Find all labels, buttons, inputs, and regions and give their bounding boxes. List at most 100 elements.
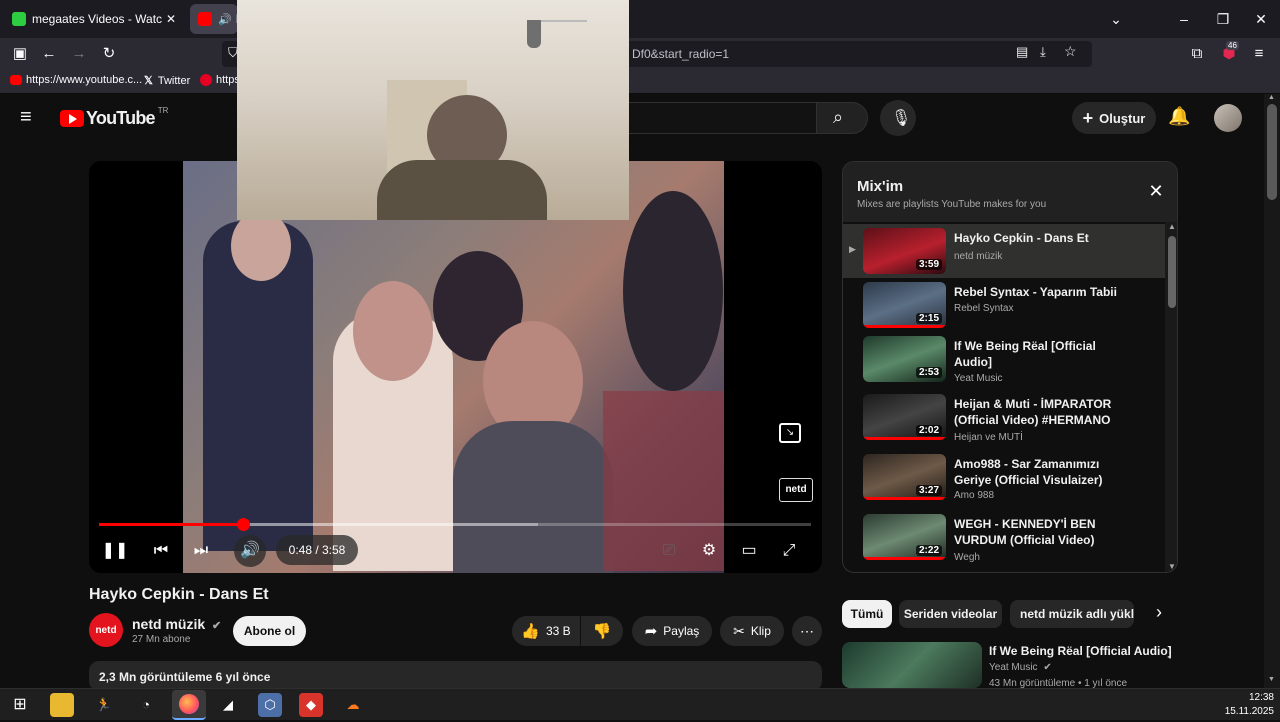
miniplayer-icon[interactable]: ↘ (779, 423, 801, 443)
back-arrow-icon[interactable]: ← (38, 43, 60, 65)
page-scrollbar[interactable]: ▲ ▼ (1264, 94, 1280, 688)
sidebar-toggle-icon[interactable]: ▣ (9, 43, 31, 65)
reload-icon[interactable]: ↻ (98, 43, 120, 65)
speaker-icon[interactable]: 🔊 (218, 13, 232, 26)
pause-icon[interactable]: ❚❚ (99, 535, 131, 567)
thumbs-down-icon: 👎 (592, 623, 612, 640)
forward-arrow-icon[interactable]: → (68, 43, 90, 65)
reader-view-icon[interactable]: ▤ (1016, 44, 1028, 60)
youtube-logo[interactable]: YouTube TR (60, 106, 168, 129)
chip-all[interactable]: Tümü (842, 600, 892, 628)
browser-tab-bar: megaates Videos - Watch On-D ✕ 🔊 H ⌄ – ❐… (0, 0, 1280, 38)
chips-next-chevron-icon[interactable]: › (1148, 602, 1170, 626)
guide-menu-icon[interactable]: ≡ (20, 106, 32, 129)
mix-item[interactable]: 2:02 Heijan & Muti - İMPARATOR (Official… (843, 390, 1165, 444)
anydesk-icon[interactable]: ◆ (299, 693, 323, 717)
mix-item[interactable]: 2:53 If We Being Rëal [Official Audio] Y… (843, 332, 1165, 386)
subtitles-icon[interactable]: ⎚ (653, 535, 685, 567)
chip-channel-uploads[interactable]: netd müzik adlı yükle (1010, 600, 1134, 628)
mix-item[interactable]: ▶ 3:59 Hayko Cepkin - Dans Et netd müzik (843, 224, 1165, 278)
share-button[interactable]: ➦ Paylaş (632, 616, 712, 646)
chip-series[interactable]: Seriden videolar (899, 600, 1002, 628)
recommended-title[interactable]: If We Being Rëal [Official Audio] (989, 644, 1172, 658)
recommended-channel[interactable]: Yeat Music ✔ (989, 662, 1052, 673)
bookmark-twitter[interactable]: 𝕏 Twitter (144, 74, 190, 88)
voice-search-button[interactable]: 🎙 (880, 100, 916, 136)
more-options-icon[interactable]: ⋮ (1163, 644, 1177, 661)
create-label: Oluştur (1099, 110, 1146, 126)
mix-item-channel: Amo 988 (954, 490, 995, 501)
speedometer-app-icon[interactable]: ◔ (134, 693, 158, 717)
scroll-up-icon[interactable]: ▲ (1268, 94, 1275, 101)
bookmark-youtube[interactable]: https://www.youtube.c... (10, 74, 142, 86)
lamp-shape (527, 20, 541, 48)
next-icon[interactable]: ⏭ (185, 535, 217, 567)
maximize-icon[interactable]: ❐ (1212, 8, 1234, 30)
page-scrollbar-thumb[interactable] (1267, 104, 1277, 200)
volume-icon[interactable]: 🔊 (234, 535, 266, 567)
bookmark-pinterest[interactable]: https (200, 74, 240, 86)
bookmark-star-icon[interactable]: ☆ (1064, 43, 1077, 60)
recommended-thumbnail[interactable] (842, 642, 982, 688)
file-explorer-icon[interactable] (50, 693, 74, 717)
account-avatar[interactable] (1214, 104, 1242, 132)
mix-item[interactable]: 3:27 Amo988 - Sar Zamanımızı Geriye (Off… (843, 450, 1165, 504)
windows-start-icon[interactable]: ⊞ (8, 693, 32, 717)
scroll-down-icon[interactable]: ▼ (1168, 562, 1176, 571)
verified-check-icon: ✔ (1043, 662, 1052, 673)
close-tab-icon[interactable]: ✕ (166, 12, 176, 26)
channel-avatar[interactable]: netd (89, 613, 123, 647)
search-input[interactable] (620, 102, 816, 134)
mix-item-title: Hayko Cepkin - Dans Et (954, 231, 1089, 245)
person-body-shape (377, 160, 547, 220)
fullscreen-icon[interactable]: ⤢ (773, 535, 805, 567)
minimize-icon[interactable]: – (1173, 8, 1195, 30)
watched-bar (863, 557, 946, 560)
description-box[interactable]: 2,3 Mn görüntüleme 6 yıl önce (89, 661, 822, 691)
tab-list-chevron-icon[interactable]: ⌄ (1105, 8, 1127, 30)
theater-mode-icon[interactable]: ▭ (733, 535, 765, 567)
search-button[interactable]: ⌕ (816, 102, 868, 134)
clock-date: 15.11.2025 (1224, 706, 1274, 717)
scrubber-handle[interactable] (236, 518, 250, 531)
close-window-icon[interactable]: ✕ (1250, 8, 1272, 30)
youtube-logo-text: YouTube (86, 108, 156, 128)
save-to-pocket-icon[interactable]: ⤓ (1040, 44, 1046, 60)
notifications-bell-icon[interactable]: 🔔 (1168, 106, 1190, 127)
more-dots-icon: ⋯ (800, 622, 814, 639)
firefox-icon[interactable] (172, 690, 206, 720)
box-app-icon[interactable]: ⬡ (258, 693, 282, 717)
scroll-down-icon[interactable]: ▼ (1268, 676, 1275, 683)
system-clock[interactable]: 12:38 15.11.2025 (1224, 691, 1274, 719)
more-actions-button[interactable]: ⋯ (792, 616, 822, 646)
scroll-up-icon[interactable]: ▲ (1168, 222, 1176, 231)
like-count: 33 B (546, 624, 571, 638)
mix-item[interactable]: 2:22 WEGH - KENNEDY'İ BEN VURDUM (Offici… (843, 510, 1165, 564)
progress-bar[interactable] (99, 518, 811, 531)
mix-thumbnail: 2:15 (863, 282, 946, 328)
tab-youtube[interactable]: 🔊 H (190, 4, 244, 34)
watched-bar (863, 325, 946, 328)
mix-scrollbar[interactable]: ▲ ▼ (1165, 222, 1177, 572)
mix-scrollbar-thumb[interactable] (1168, 236, 1176, 308)
channel-name[interactable]: netd müzik ✔ (132, 616, 221, 632)
app-runner-icon[interactable]: 🏃 (92, 693, 116, 717)
dislike-button[interactable]: 👎 (581, 616, 623, 646)
hamburger-menu-icon[interactable]: ≡ (1248, 43, 1270, 65)
channel-name-text: netd müzik (132, 616, 206, 632)
video-player[interactable]: ↘ netd ❚❚ ⏮ ⏭ 🔊 0:48 / 3:58 ⎚ ⚙ ▭ ⤢ (89, 161, 822, 573)
capcut-icon[interactable]: ◢ (216, 693, 240, 717)
create-button[interactable]: + Oluştur (1072, 102, 1156, 134)
previous-icon[interactable]: ⏮ (145, 535, 177, 567)
close-mix-icon[interactable]: ✕ (1145, 180, 1167, 202)
settings-gear-icon[interactable]: ⚙ (693, 535, 725, 567)
subscribe-button[interactable]: Abone ol (233, 616, 306, 646)
clip-button[interactable]: ✂ Klip (720, 616, 784, 646)
like-button[interactable]: 👍 33 B (512, 616, 580, 646)
mix-item-channel: Heijan ve MUTİ (954, 432, 1023, 443)
extensions-icon[interactable]: ⧉ (1186, 43, 1208, 65)
microphone-icon: 🎙 (891, 110, 912, 127)
cloud-app-icon[interactable]: ☁ (341, 693, 365, 717)
mix-item[interactable]: 2:15 Rebel Syntax - Yaparım Tabii Rebel … (843, 278, 1165, 332)
tab-megaates[interactable]: megaates Videos - Watch On-D ✕ (4, 4, 184, 34)
